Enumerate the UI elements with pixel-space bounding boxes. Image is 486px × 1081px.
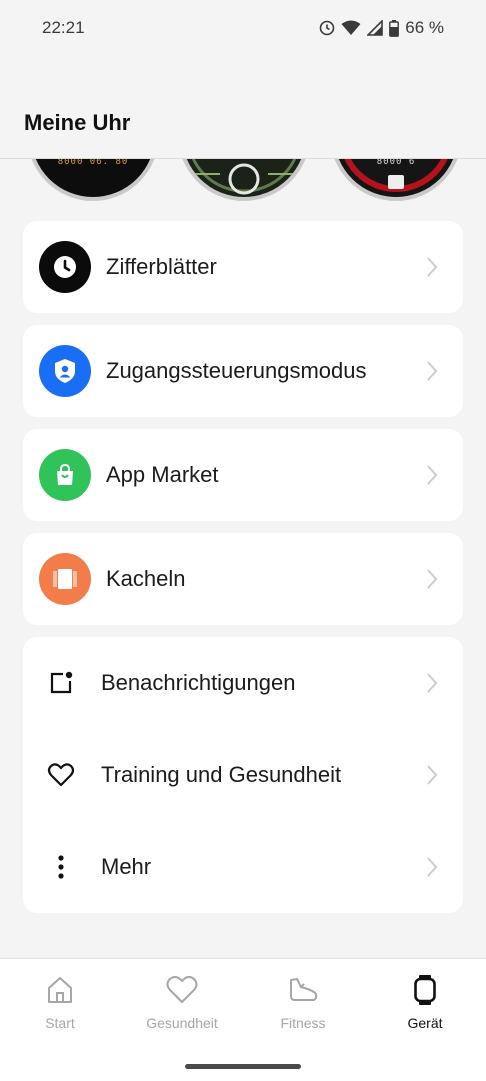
chevron-right-icon bbox=[427, 673, 438, 693]
card-access-mode: Zugangssteuerungsmodus bbox=[23, 325, 463, 417]
shield-user-icon bbox=[39, 345, 91, 397]
chevron-right-icon bbox=[427, 569, 438, 589]
nav-label: Gerät bbox=[407, 1015, 443, 1031]
nav-label: Fitness bbox=[280, 1015, 326, 1031]
tiles-icon bbox=[39, 553, 91, 605]
battery-icon bbox=[389, 19, 400, 37]
signal-icon bbox=[367, 20, 384, 36]
nav-label: Gesundheit bbox=[146, 1015, 218, 1031]
menu-item-training-health[interactable]: Training und Gesundheit bbox=[23, 729, 463, 821]
chevron-right-icon bbox=[427, 465, 438, 485]
nav-tab-device[interactable]: Gerät bbox=[365, 973, 485, 1031]
nav-tab-health[interactable]: Gesundheit bbox=[122, 973, 242, 1031]
card-settings-group: Benachrichtigungen Training und Gesundhe… bbox=[23, 637, 463, 913]
menu-item-more[interactable]: Mehr bbox=[23, 821, 463, 913]
watch-icon bbox=[365, 973, 485, 1007]
menu-label: Zugangssteuerungsmodus bbox=[106, 358, 367, 383]
menu-item-app-market[interactable]: App Market bbox=[23, 429, 463, 521]
chevron-right-icon bbox=[427, 257, 438, 277]
nav-label: Start bbox=[45, 1015, 75, 1031]
battery-percent: 66 % bbox=[405, 18, 444, 37]
alarm-icon bbox=[319, 20, 335, 36]
heart-icon bbox=[47, 761, 75, 789]
status-time: 22:21 bbox=[42, 18, 85, 37]
watch-face-text: 8000 6 bbox=[376, 159, 416, 167]
home-indicator[interactable] bbox=[185, 1064, 301, 1069]
bottom-navigation: Start Gesundheit Fitness Gerät bbox=[0, 958, 486, 1081]
menu-item-watch-faces[interactable]: Zifferblätter bbox=[23, 221, 463, 313]
card-tiles: Kacheln bbox=[23, 533, 463, 625]
menu-item-tiles[interactable]: Kacheln bbox=[23, 533, 463, 625]
menu-item-access-mode[interactable]: Zugangssteuerungsmodus bbox=[23, 325, 463, 417]
home-icon bbox=[0, 973, 120, 1007]
notification-icon bbox=[47, 669, 75, 697]
menu-label: Benachrichtigungen bbox=[101, 670, 296, 695]
page-title: Meine Uhr bbox=[24, 110, 131, 135]
chevron-right-icon bbox=[427, 361, 438, 381]
more-vertical-icon bbox=[47, 853, 75, 881]
chevron-right-icon bbox=[427, 857, 438, 877]
header: Meine Uhr bbox=[0, 96, 486, 159]
status-icons: 66 % bbox=[319, 18, 444, 38]
menu-item-notifications[interactable]: Benachrichtigungen bbox=[23, 637, 463, 729]
watch-face-text: 8000 06. 80 bbox=[57, 159, 129, 167]
shopping-bag-icon bbox=[39, 449, 91, 501]
watch-face-preview[interactable]: 8000 6 bbox=[330, 159, 462, 201]
nav-tab-fitness[interactable]: Fitness bbox=[243, 973, 363, 1031]
menu-label: App Market bbox=[106, 462, 219, 487]
menu-label: Mehr bbox=[101, 854, 152, 879]
heart-icon bbox=[122, 973, 242, 1007]
card-app-market: App Market bbox=[23, 429, 463, 521]
menu-label: Training und Gesundheit bbox=[101, 762, 342, 787]
wifi-icon bbox=[341, 20, 361, 36]
watch-face-preview[interactable]: 8000 06. 80 bbox=[27, 159, 159, 201]
watch-face-graphic bbox=[191, 159, 297, 195]
status-bar: 22:21 66 % bbox=[0, 0, 486, 56]
card-watch-faces: Zifferblätter bbox=[23, 221, 463, 313]
watch-face-carousel[interactable]: 8000 06. 80 8000 6 bbox=[0, 159, 486, 203]
watch-face-preview[interactable] bbox=[178, 159, 310, 201]
menu-label: Kacheln bbox=[106, 566, 186, 591]
chevron-right-icon bbox=[427, 765, 438, 785]
nav-tab-start[interactable]: Start bbox=[0, 973, 120, 1031]
clock-icon bbox=[39, 241, 91, 293]
shoe-icon bbox=[243, 973, 363, 1007]
menu-label: Zifferblätter bbox=[106, 254, 217, 279]
